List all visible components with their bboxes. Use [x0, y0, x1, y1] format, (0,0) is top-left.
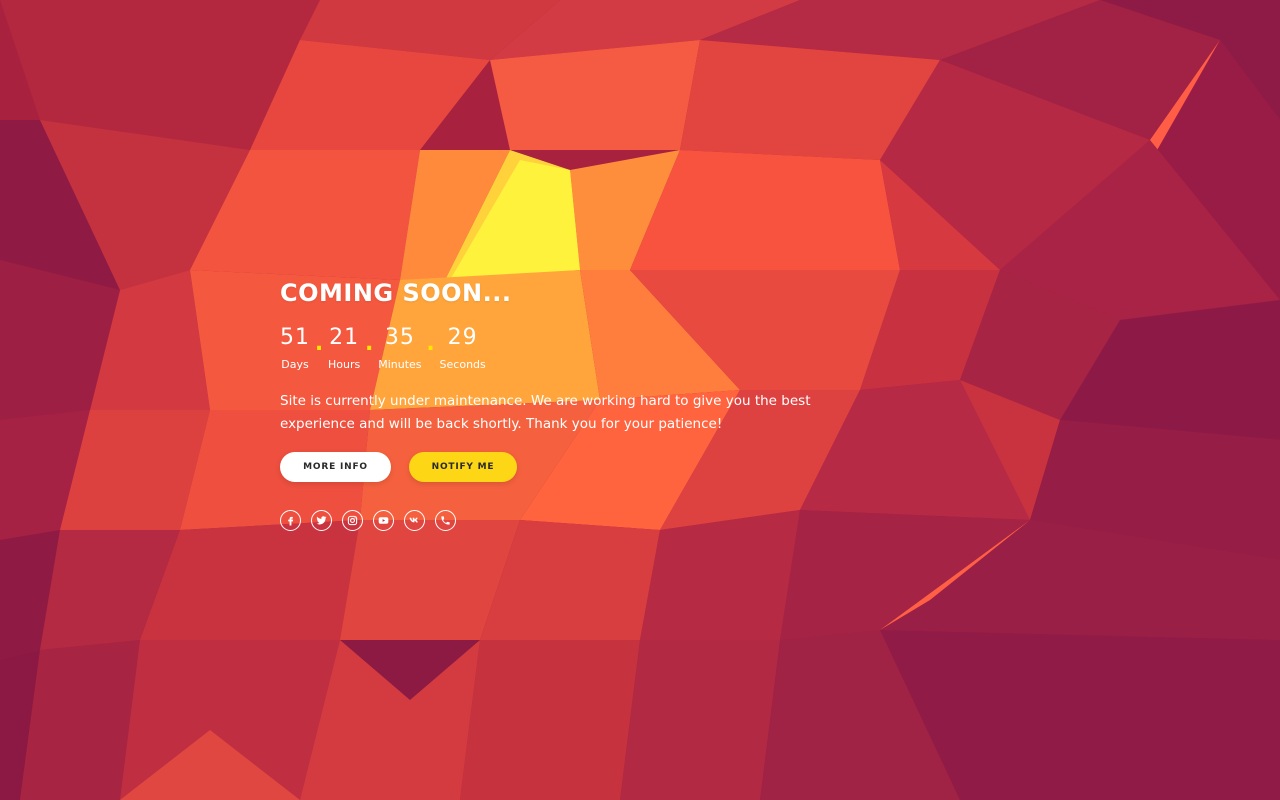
phone-link[interactable] — [435, 510, 456, 531]
instagram-link[interactable] — [342, 510, 363, 531]
countdown-hours-value: 21 — [329, 325, 360, 350]
action-buttons: MORE INFO NOTIFY ME — [280, 452, 840, 482]
content-block: COMING SOON... 51 Days . 21 Hours . 35 M… — [280, 276, 840, 531]
vk-link[interactable] — [404, 510, 425, 531]
countdown-hours-label: Hours — [328, 358, 361, 371]
countdown-seconds-label: Seconds — [439, 358, 486, 371]
facebook-icon — [288, 516, 294, 526]
facebook-link[interactable] — [280, 510, 301, 531]
countdown-days-label: Days — [281, 358, 309, 371]
twitter-icon — [316, 516, 327, 525]
instagram-icon — [347, 515, 358, 526]
countdown-days-value: 51 — [280, 325, 310, 350]
page-title: COMING SOON... — [280, 279, 512, 307]
countdown-seconds-value: 29 — [447, 325, 478, 350]
maintenance-description: Site is currently under maintenance. We … — [280, 393, 811, 432]
notify-me-button[interactable]: NOTIFY ME — [409, 452, 517, 482]
countdown-separator: . — [426, 331, 435, 356]
countdown-minutes-value: 35 — [384, 325, 415, 350]
countdown-minutes-label: Minutes — [378, 358, 422, 371]
vk-icon — [409, 517, 418, 523]
countdown-separator: . — [314, 331, 324, 356]
countdown-minutes: 35 Minutes — [378, 324, 421, 372]
more-info-button[interactable]: MORE INFO — [280, 452, 391, 482]
youtube-link[interactable] — [373, 510, 394, 531]
phone-icon — [441, 516, 450, 525]
countdown-timer: 51 Days . 21 Hours . 35 Minutes . 29 Sec… — [280, 324, 840, 372]
youtube-icon — [378, 517, 389, 524]
countdown-days: 51 Days — [280, 324, 310, 372]
social-links — [280, 510, 840, 531]
countdown-hours: 21 Hours — [328, 324, 360, 372]
twitter-link[interactable] — [311, 510, 332, 531]
coming-soon-page: COMING SOON... 51 Days . 21 Hours . 35 M… — [0, 0, 1280, 800]
countdown-separator: . — [365, 331, 374, 356]
countdown-seconds: 29 Seconds — [440, 324, 486, 372]
